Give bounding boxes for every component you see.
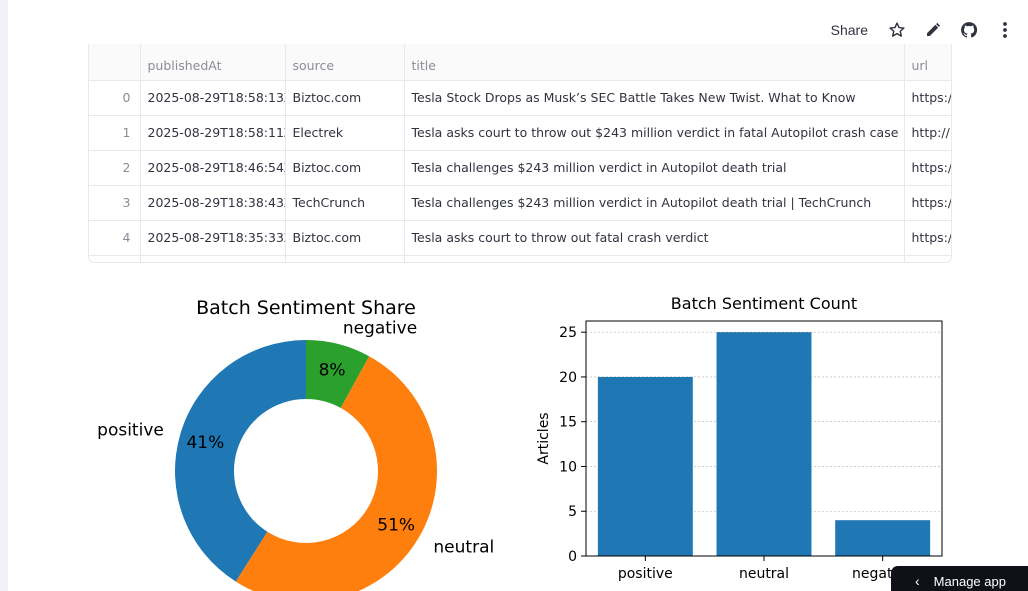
- row-index: 1: [89, 115, 141, 151]
- slice-value-label: 8%: [319, 360, 346, 380]
- y-tick-label: 10: [559, 459, 577, 475]
- bar-negative: [835, 520, 931, 556]
- cell-title[interactable]: Tesla challenges $243 million verdict in…: [404, 150, 905, 186]
- column-header-publishedat[interactable]: publishedAt: [140, 44, 286, 81]
- cell-url[interactable]: https:/: [904, 220, 951, 256]
- cell-title[interactable]: Tesla asks court to throw out fatal cras…: [404, 220, 905, 256]
- cell-source[interactable]: Biztoc.com: [285, 80, 405, 116]
- column-header-source[interactable]: source: [285, 44, 405, 81]
- chart-title: Batch Sentiment Share: [196, 297, 416, 319]
- y-tick-label: 0: [568, 549, 577, 565]
- row-index: 3: [89, 185, 141, 221]
- bar-positive: [597, 376, 693, 556]
- cell-source[interactable]: TechCrunch: [285, 185, 405, 221]
- table-row[interactable]: 3 2025-08-29T18:38:43Z TechCrunch Tesla …: [89, 185, 951, 221]
- y-tick-label: 20: [559, 370, 577, 386]
- column-header-url[interactable]: url: [904, 44, 951, 81]
- github-icon[interactable]: [960, 21, 978, 39]
- app-toolbar: Share: [831, 16, 1014, 44]
- table-row[interactable]: 2 2025-08-29T18:46:54Z Biztoc.com Tesla …: [89, 150, 951, 186]
- cell-publishedat[interactable]: 2025-08-29T18:46:54Z: [140, 150, 286, 186]
- news-dataframe[interactable]: publishedAt source title url 0 2025-08-2…: [88, 44, 952, 263]
- slice-category-label: neutral: [433, 537, 494, 557]
- header-row: publishedAt source title url: [89, 44, 951, 81]
- cell-publishedat[interactable]: 2025-08-29T18:58:11Z: [140, 115, 286, 151]
- share-button[interactable]: Share: [831, 22, 868, 38]
- row-index: 4: [89, 220, 141, 256]
- y-tick-label: 15: [559, 415, 577, 431]
- slice-category-label: positive: [97, 421, 164, 441]
- dataframe-table: publishedAt source title url 0 2025-08-2…: [89, 44, 951, 262]
- manage-app-button[interactable]: ‹ Manage app: [891, 566, 1028, 591]
- table-row[interactable]: 0 2025-08-29T18:58:13Z Biztoc.com Tesla …: [89, 80, 951, 116]
- cell-publishedat[interactable]: 2025-08-29T18:58:13Z: [140, 80, 286, 116]
- cell-source[interactable]: Biztoc.com: [285, 220, 405, 256]
- y-tick-label: 25: [559, 325, 577, 341]
- cell-title[interactable]: Tesla asks court to throw out $243 milli…: [404, 115, 905, 151]
- cell-url[interactable]: http://: [904, 115, 951, 151]
- x-tick-label: positive: [618, 566, 673, 582]
- y-tick-label: 5: [568, 504, 577, 520]
- more-vertical-icon[interactable]: [996, 21, 1014, 39]
- column-header-title[interactable]: title: [404, 44, 905, 81]
- slice-value-label: 51%: [377, 515, 415, 535]
- table-row-partial: [89, 255, 951, 262]
- cell-publishedat[interactable]: 2025-08-29T18:35:33Z: [140, 220, 286, 256]
- table-row[interactable]: 1 2025-08-29T18:58:11Z Electrek Tesla as…: [89, 115, 951, 151]
- sentiment-share-donut-chart: Batch Sentiment Share 41% positive 51% neutr…: [97, 297, 494, 591]
- cell-source[interactable]: Biztoc.com: [285, 150, 405, 186]
- slice-category-label: negative: [343, 319, 417, 339]
- row-index: 2: [89, 150, 141, 186]
- cell-url[interactable]: https:/: [904, 150, 951, 186]
- cell-url[interactable]: https:/: [904, 185, 951, 221]
- star-icon[interactable]: [888, 21, 906, 39]
- bar-neutral: [716, 332, 812, 556]
- manage-app-label: Manage app: [933, 573, 1006, 589]
- chart-title: Batch Sentiment Count: [671, 294, 857, 313]
- cell-publishedat[interactable]: 2025-08-29T18:38:43Z: [140, 185, 286, 221]
- cell-source[interactable]: Electrek: [285, 115, 405, 151]
- row-index: 0: [89, 80, 141, 116]
- table-row[interactable]: 4 2025-08-29T18:35:33Z Biztoc.com Tesla …: [89, 220, 951, 256]
- sentiment-count-bar-chart: Batch Sentiment Count 0 5 10 15 20 25 positive n…: [536, 294, 943, 582]
- cell-url[interactable]: https:/: [904, 80, 951, 116]
- sidebar-collapsed-strip: [0, 0, 8, 591]
- column-header-index[interactable]: [89, 44, 141, 81]
- slice-value-label: 41%: [186, 433, 224, 453]
- x-tick-label: neutral: [739, 566, 789, 582]
- cell-title[interactable]: Tesla Stock Drops as Musk’s SEC Battle T…: [404, 80, 905, 116]
- pencil-icon[interactable]: [924, 21, 942, 39]
- y-axis-label: Articles: [536, 412, 552, 464]
- cell-title[interactable]: Tesla challenges $243 million verdict in…: [404, 185, 905, 221]
- chevron-left-icon: ‹: [915, 573, 920, 589]
